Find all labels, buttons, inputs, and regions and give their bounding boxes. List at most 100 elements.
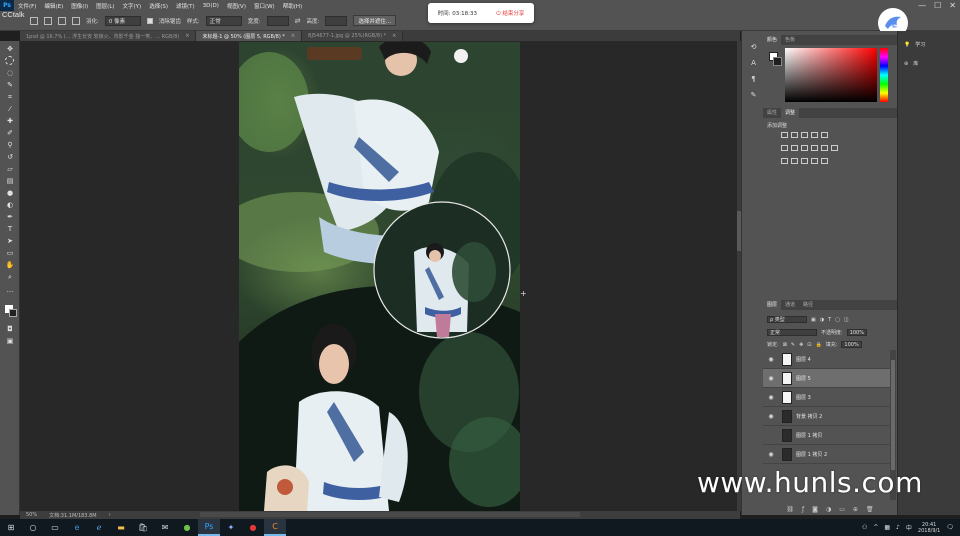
tim-app-icon[interactable]: ✦ — [220, 519, 242, 536]
layer-row-1-copy-2[interactable]: ◉ 图层 1 拷贝 2 — [763, 445, 890, 464]
tab-color[interactable]: 颜色 — [763, 35, 782, 45]
background-swatch[interactable] — [773, 57, 782, 66]
blend-mode-select[interactable]: 正常 — [767, 329, 817, 336]
lasso-tool-icon[interactable]: ◌ — [5, 68, 15, 78]
feather-input[interactable]: 0 像素 — [104, 15, 141, 26]
curves-icon[interactable] — [801, 132, 808, 138]
more-tools-icon[interactable]: ··· — [5, 287, 15, 297]
healing-brush-tool-icon[interactable]: ✚ — [5, 116, 15, 126]
photo-filter-icon[interactable] — [811, 145, 818, 151]
end-share-button[interactable]: ⏻ 结束分享 — [496, 9, 524, 18]
tab-layers[interactable]: 图层 — [763, 300, 782, 310]
select-mask-button[interactable]: 选择并遮住... — [353, 15, 397, 26]
layer-row-bg-copy-2[interactable]: ◉ 背景 拷贝 2 — [763, 407, 890, 426]
filter-type-icon[interactable]: T — [828, 317, 831, 323]
brush-panel-icon[interactable]: ✎ — [749, 91, 758, 100]
vibrance-icon[interactable] — [821, 132, 828, 138]
type-tool-icon[interactable]: T — [5, 224, 15, 234]
zoom-tool-icon[interactable]: ⌕ — [5, 272, 15, 282]
clone-stamp-tool-icon[interactable]: ⚲ — [5, 140, 15, 150]
scroll-thumb[interactable] — [891, 360, 895, 470]
task-view-icon[interactable]: ▭ — [44, 519, 66, 536]
subtract-selection-icon[interactable] — [58, 16, 66, 25]
pen-tool-icon[interactable]: ✒ — [5, 212, 15, 222]
invert-icon[interactable] — [781, 158, 788, 164]
filter-pixel-icon[interactable]: ▣ — [811, 317, 816, 323]
hue-slider[interactable] — [880, 48, 888, 102]
tab-document-3[interactable]: BJ54677-1.jpg @ 25%(RGB/8) * × — [302, 31, 404, 41]
height-input[interactable] — [325, 15, 348, 26]
close-tab-icon[interactable]: × — [291, 33, 295, 39]
paragraph-panel-icon[interactable]: ¶ — [749, 75, 758, 84]
new-selection-icon[interactable] — [30, 16, 38, 25]
menu-edit[interactable]: 编辑(E) — [40, 2, 67, 10]
status-arrow-icon[interactable]: › — [109, 512, 111, 518]
filter-adjust-icon[interactable]: ◑ — [820, 317, 824, 323]
tab-document-2[interactable]: 未标题-1 @ 50% (图层 5, RGB/8) * × — [196, 31, 303, 41]
menu-window[interactable]: 窗口(W) — [250, 2, 279, 10]
lock-pixels-icon[interactable]: ✎ — [791, 342, 795, 348]
screen-mode-icon[interactable]: ▣ — [5, 336, 15, 346]
network-icon[interactable]: ▦ — [884, 524, 890, 531]
character-panel-icon[interactable]: A — [749, 59, 758, 68]
brush-tool-icon[interactable]: ✐ — [5, 128, 15, 138]
layer-row-3[interactable]: ◉ 图层 3 — [763, 388, 890, 407]
history-brush-tool-icon[interactable]: ↺ — [5, 152, 15, 162]
system-clock[interactable]: 20:41 2018/9/1 — [918, 522, 940, 534]
lock-all-icon[interactable]: 🔒 — [816, 342, 822, 348]
fx-icon[interactable]: ƒ — [802, 506, 804, 515]
volume-icon[interactable]: ♪ — [896, 524, 900, 531]
opacity-input[interactable]: 100% — [846, 329, 867, 336]
tab-channels[interactable]: 通道 — [781, 300, 799, 310]
store-icon[interactable]: 🛍 — [132, 519, 154, 536]
path-selection-tool-icon[interactable]: ➤ — [5, 236, 15, 246]
lock-transparent-icon[interactable]: ⊠ — [783, 342, 787, 348]
canvas-horizontal-scrollbar[interactable] — [200, 512, 580, 517]
move-tool-icon[interactable]: ✥ — [5, 44, 15, 54]
maximize-button[interactable]: ☐ — [934, 1, 941, 10]
eyedropper-tool-icon[interactable]: ⁄ — [5, 104, 15, 114]
menu-select[interactable]: 选择(S) — [145, 2, 172, 10]
dodge-tool-icon[interactable]: ◐ — [5, 200, 15, 210]
browser-360-icon[interactable]: ● — [176, 519, 198, 536]
tab-paths[interactable]: 路径 — [799, 300, 817, 310]
width-input[interactable] — [266, 15, 289, 26]
cctalk-taskbar-icon[interactable]: C — [264, 519, 286, 536]
history-panel-icon[interactable]: ⟲ — [749, 43, 758, 52]
background-color-swatch[interactable] — [9, 309, 17, 317]
filter-smart-icon[interactable]: ◫ — [844, 317, 849, 323]
visibility-eye-icon[interactable]: ◉ — [766, 413, 776, 420]
document-canvas-photo[interactable] — [239, 42, 520, 511]
color-picker-field[interactable] — [785, 48, 877, 102]
layer-row-5[interactable]: ◉ 图层 5 — [763, 369, 890, 388]
notifications-icon[interactable]: 🗨 — [946, 524, 954, 531]
rectangle-tool-icon[interactable]: ▭ — [5, 248, 15, 258]
gradient-map-icon[interactable] — [811, 158, 818, 164]
menu-3d[interactable]: 3D(D) — [199, 3, 223, 9]
blur-tool-icon[interactable]: ● — [5, 188, 15, 198]
menu-filter[interactable]: 滤镜(T) — [172, 2, 199, 10]
hand-tool-icon[interactable]: ✋ — [5, 260, 15, 270]
new-layer-icon[interactable]: ⊕ — [853, 506, 858, 515]
gradient-tool-icon[interactable]: ▤ — [5, 176, 15, 186]
menu-layer[interactable]: 图层(L) — [92, 2, 118, 10]
new-adjustment-icon[interactable]: ◑ — [826, 506, 831, 515]
new-group-icon[interactable]: ▭ — [839, 506, 845, 515]
windows-start-icon[interactable]: ⊞ — [0, 519, 22, 536]
menu-view[interactable]: 视图(V) — [223, 2, 250, 10]
quick-selection-tool-icon[interactable]: ✎ — [5, 80, 15, 90]
menu-type[interactable]: 文字(Y) — [119, 2, 146, 10]
link-layers-icon[interactable]: ⛓ — [786, 506, 794, 515]
minimize-button[interactable]: — — [918, 1, 926, 10]
chevron-up-icon[interactable]: ^ — [873, 524, 878, 531]
hue-saturation-icon[interactable] — [781, 145, 788, 151]
filter-shape-icon[interactable]: ▢ — [835, 317, 840, 323]
tab-swatches[interactable]: 色板 — [781, 35, 799, 45]
posterize-icon[interactable] — [791, 158, 798, 164]
levels-icon[interactable] — [791, 132, 798, 138]
tab-document-1[interactable]: 1psd @ 16.7% (... 浮生长安 软锁火、背影千金 独一笑、... … — [20, 31, 197, 41]
visibility-eye-icon[interactable]: ◉ — [766, 451, 776, 458]
black-white-icon[interactable] — [801, 145, 808, 151]
mail-icon[interactable]: ✉ — [154, 519, 176, 536]
style-select[interactable]: 正常 — [205, 15, 242, 26]
